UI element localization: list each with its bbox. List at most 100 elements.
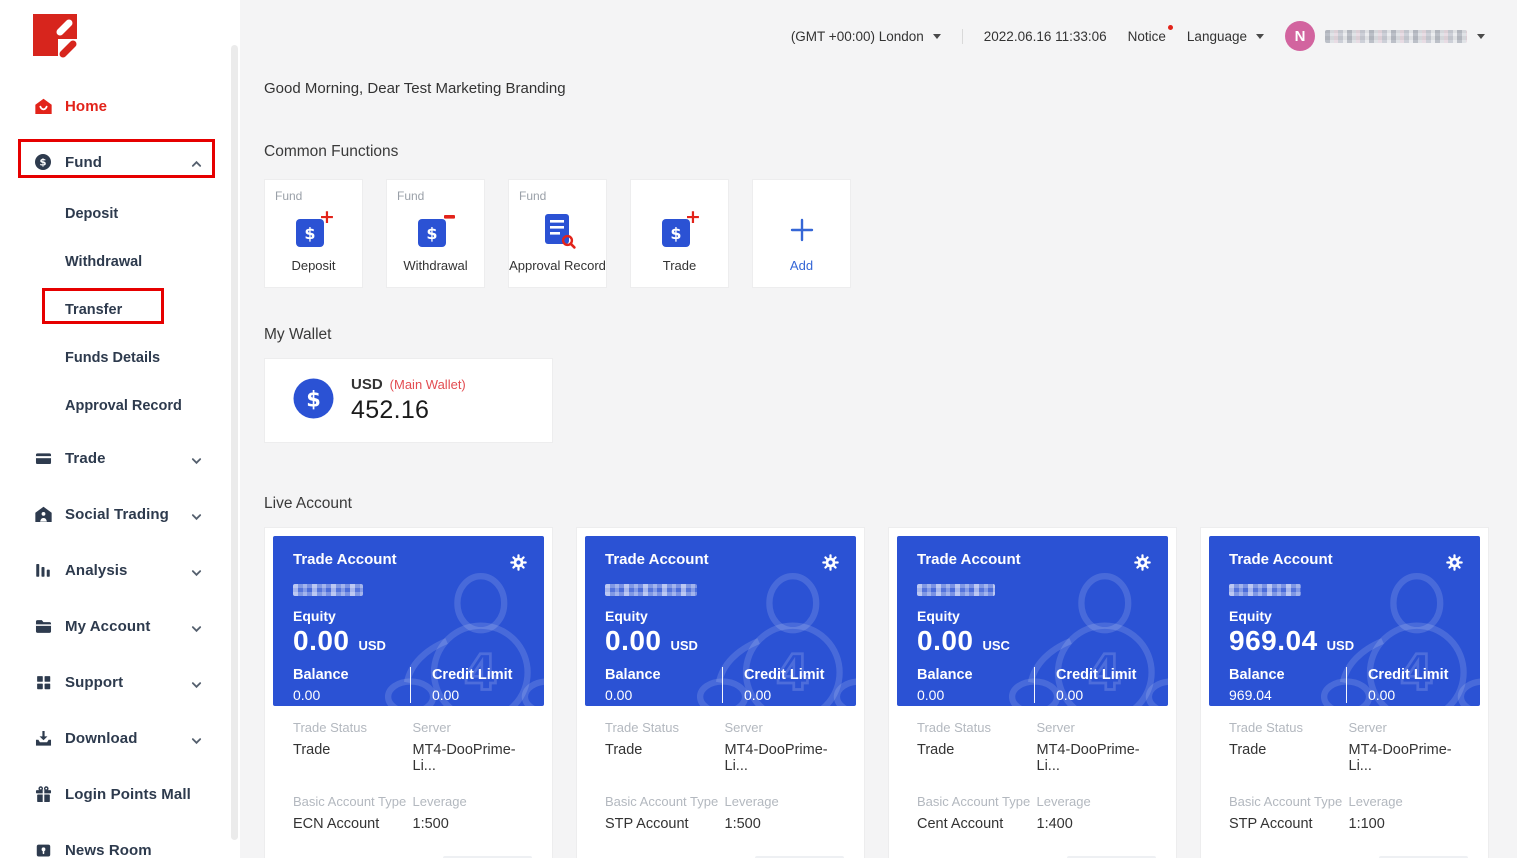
credit-limit-label: Credit Limit <box>1368 667 1464 683</box>
chevron-down-icon <box>1477 34 1485 39</box>
sidebar-scrollbar[interactable] <box>231 45 238 840</box>
chevron-down-icon <box>1256 34 1264 39</box>
live-account-card: 4 Trade Account Equity 0.00 USD <box>576 527 865 858</box>
common-functions-row: Fund $+ Deposit Fund $ Withdrawal Fund A… <box>264 179 1517 288</box>
svg-text:+: + <box>319 210 335 228</box>
shortcut-card-trade[interactable]: $+ Trade <box>630 179 729 288</box>
equity-label: Equity <box>293 608 528 624</box>
plus-icon <box>753 216 850 244</box>
sidebar-item-social-trading[interactable]: Social Trading <box>0 486 240 542</box>
wallet-currency: USD <box>351 376 383 393</box>
equity-currency: USD <box>359 638 386 653</box>
account-number-redacted <box>1229 584 1301 596</box>
timezone-dropdown[interactable]: (GMT +00:00) London <box>791 29 941 44</box>
language-dropdown[interactable]: Language <box>1187 29 1264 44</box>
server-value: MT4-DooPrime-Li... <box>1349 742 1469 774</box>
account-summary-panel: 4 Trade Account Equity 969.04 USD <box>1209 536 1480 706</box>
sidebar-subitem-withdrawal[interactable]: Withdrawal <box>0 238 240 286</box>
sidebar-subitem-label: Approval Record <box>65 398 182 414</box>
user-menu[interactable]: N <box>1285 21 1485 51</box>
balance-label: Balance <box>293 667 410 683</box>
sidebar-subitem-label: Deposit <box>65 206 118 222</box>
sidebar-item-my-account[interactable]: My Account <box>0 598 240 654</box>
sidebar-subitem-deposit[interactable]: Deposit <box>0 190 240 238</box>
server-label: Server <box>725 720 845 735</box>
balance-label: Balance <box>917 667 1034 683</box>
news-room-icon <box>33 840 53 858</box>
credit-limit-value: 0.00 <box>432 687 528 703</box>
shortcut-label: Trade <box>631 258 728 273</box>
sidebar-item-support[interactable]: Support <box>0 654 240 710</box>
shortcut-category: Fund <box>275 189 302 203</box>
doo-prime-logo[interactable] <box>33 14 240 63</box>
sidebar-item-fund[interactable]: $ Fund <box>0 134 240 190</box>
account-type-value: STP Account <box>605 816 725 832</box>
gear-icon[interactable] <box>509 553 528 577</box>
approval-record-icon <box>509 210 606 250</box>
sidebar-subitem-transfer[interactable]: Transfer <box>0 286 240 334</box>
account-type-value: STP Account <box>1229 816 1349 832</box>
sidebar: Home $ Fund Deposit Withdrawal Transfer <box>0 0 240 858</box>
sidebar-item-label: Trade <box>65 450 191 467</box>
wallet-dollar-icon: $ <box>293 378 334 424</box>
server-label: Server <box>1037 720 1157 735</box>
shortcut-label: Withdrawal <box>387 258 484 273</box>
sidebar-subitem-label: Funds Details <box>65 350 160 366</box>
sidebar-item-download[interactable]: Download <box>0 710 240 766</box>
analysis-icon <box>33 560 53 580</box>
home-icon <box>33 96 53 116</box>
credit-limit-label: Credit Limit <box>744 667 840 683</box>
sidebar-item-label: Login Points Mall <box>65 786 202 803</box>
gear-icon[interactable] <box>1445 553 1464 577</box>
credit-limit-label: Credit Limit <box>432 667 528 683</box>
account-card-title: Trade Account <box>605 551 709 568</box>
sidebar-item-home[interactable]: Home <box>0 78 240 134</box>
user-name-redacted <box>1325 30 1467 43</box>
notice-label: Notice <box>1128 29 1166 44</box>
balance-value: 0.00 <box>917 687 1034 703</box>
svg-text:$: $ <box>670 224 681 243</box>
account-number-redacted <box>293 584 363 596</box>
chevron-down-icon <box>191 453 202 464</box>
account-details: Trade Status Trade Server MT4-DooPrime-L… <box>585 706 856 858</box>
leverage-label: Leverage <box>413 794 533 809</box>
folder-icon <box>33 616 53 636</box>
shortcut-card-deposit[interactable]: Fund $+ Deposit <box>264 179 363 288</box>
sidebar-item-label: Home <box>65 98 202 115</box>
balance-label: Balance <box>1229 667 1346 683</box>
account-number-redacted <box>917 584 995 596</box>
account-details: Trade Status Trade Server MT4-DooPrime-L… <box>1209 706 1480 858</box>
svg-text:+: + <box>685 210 701 228</box>
account-summary-panel: 4 Trade Account Equity 0.00 USD <box>585 536 856 706</box>
leverage-value: 1:100 <box>1349 816 1469 832</box>
account-card-title: Trade Account <box>1229 551 1333 568</box>
shortcut-card-withdrawal[interactable]: Fund $ Withdrawal <box>386 179 485 288</box>
notice-button[interactable]: Notice <box>1128 29 1166 44</box>
sidebar-subitem-approval-record[interactable]: Approval Record <box>0 382 240 430</box>
live-account-card: 4 Trade Account Equity 0.00 USC <box>888 527 1177 858</box>
sidebar-item-analysis[interactable]: Analysis <box>0 542 240 598</box>
fund-dollar-icon: $ <box>33 152 53 172</box>
fund-deposit-icon: $+ <box>265 210 362 250</box>
sidebar-item-label: My Account <box>65 618 191 635</box>
gear-icon[interactable] <box>1133 553 1152 577</box>
gear-icon[interactable] <box>821 553 840 577</box>
sidebar-item-trade[interactable]: Trade <box>0 430 240 486</box>
app-window: Home $ Fund Deposit Withdrawal Transfer <box>0 0 1517 858</box>
shortcut-card-approval-record[interactable]: Fund Approval Record <box>508 179 607 288</box>
svg-text:$: $ <box>40 158 47 169</box>
credit-limit-label: Credit Limit <box>1056 667 1152 683</box>
sidebar-nav: Home $ Fund Deposit Withdrawal Transfer <box>0 78 240 858</box>
shortcut-card-add[interactable]: Add <box>752 179 851 288</box>
sidebar-item-login-points-mall[interactable]: Login Points Mall <box>0 766 240 822</box>
account-type-value: Cent Account <box>917 816 1037 832</box>
sidebar-subitem-funds-details[interactable]: Funds Details <box>0 334 240 382</box>
sidebar-item-news-room[interactable]: News Room <box>0 822 240 858</box>
trade-status-label: Trade Status <box>293 720 413 735</box>
equity-label: Equity <box>917 608 1152 624</box>
credit-limit-value: 0.00 <box>1368 687 1464 703</box>
sidebar-subitem-label: Transfer <box>65 302 122 318</box>
sidebar-subitem-label: Withdrawal <box>65 254 142 270</box>
chevron-down-icon <box>191 621 202 632</box>
greeting-text: Good Morning, Dear Test Marketing Brandi… <box>264 80 1517 97</box>
